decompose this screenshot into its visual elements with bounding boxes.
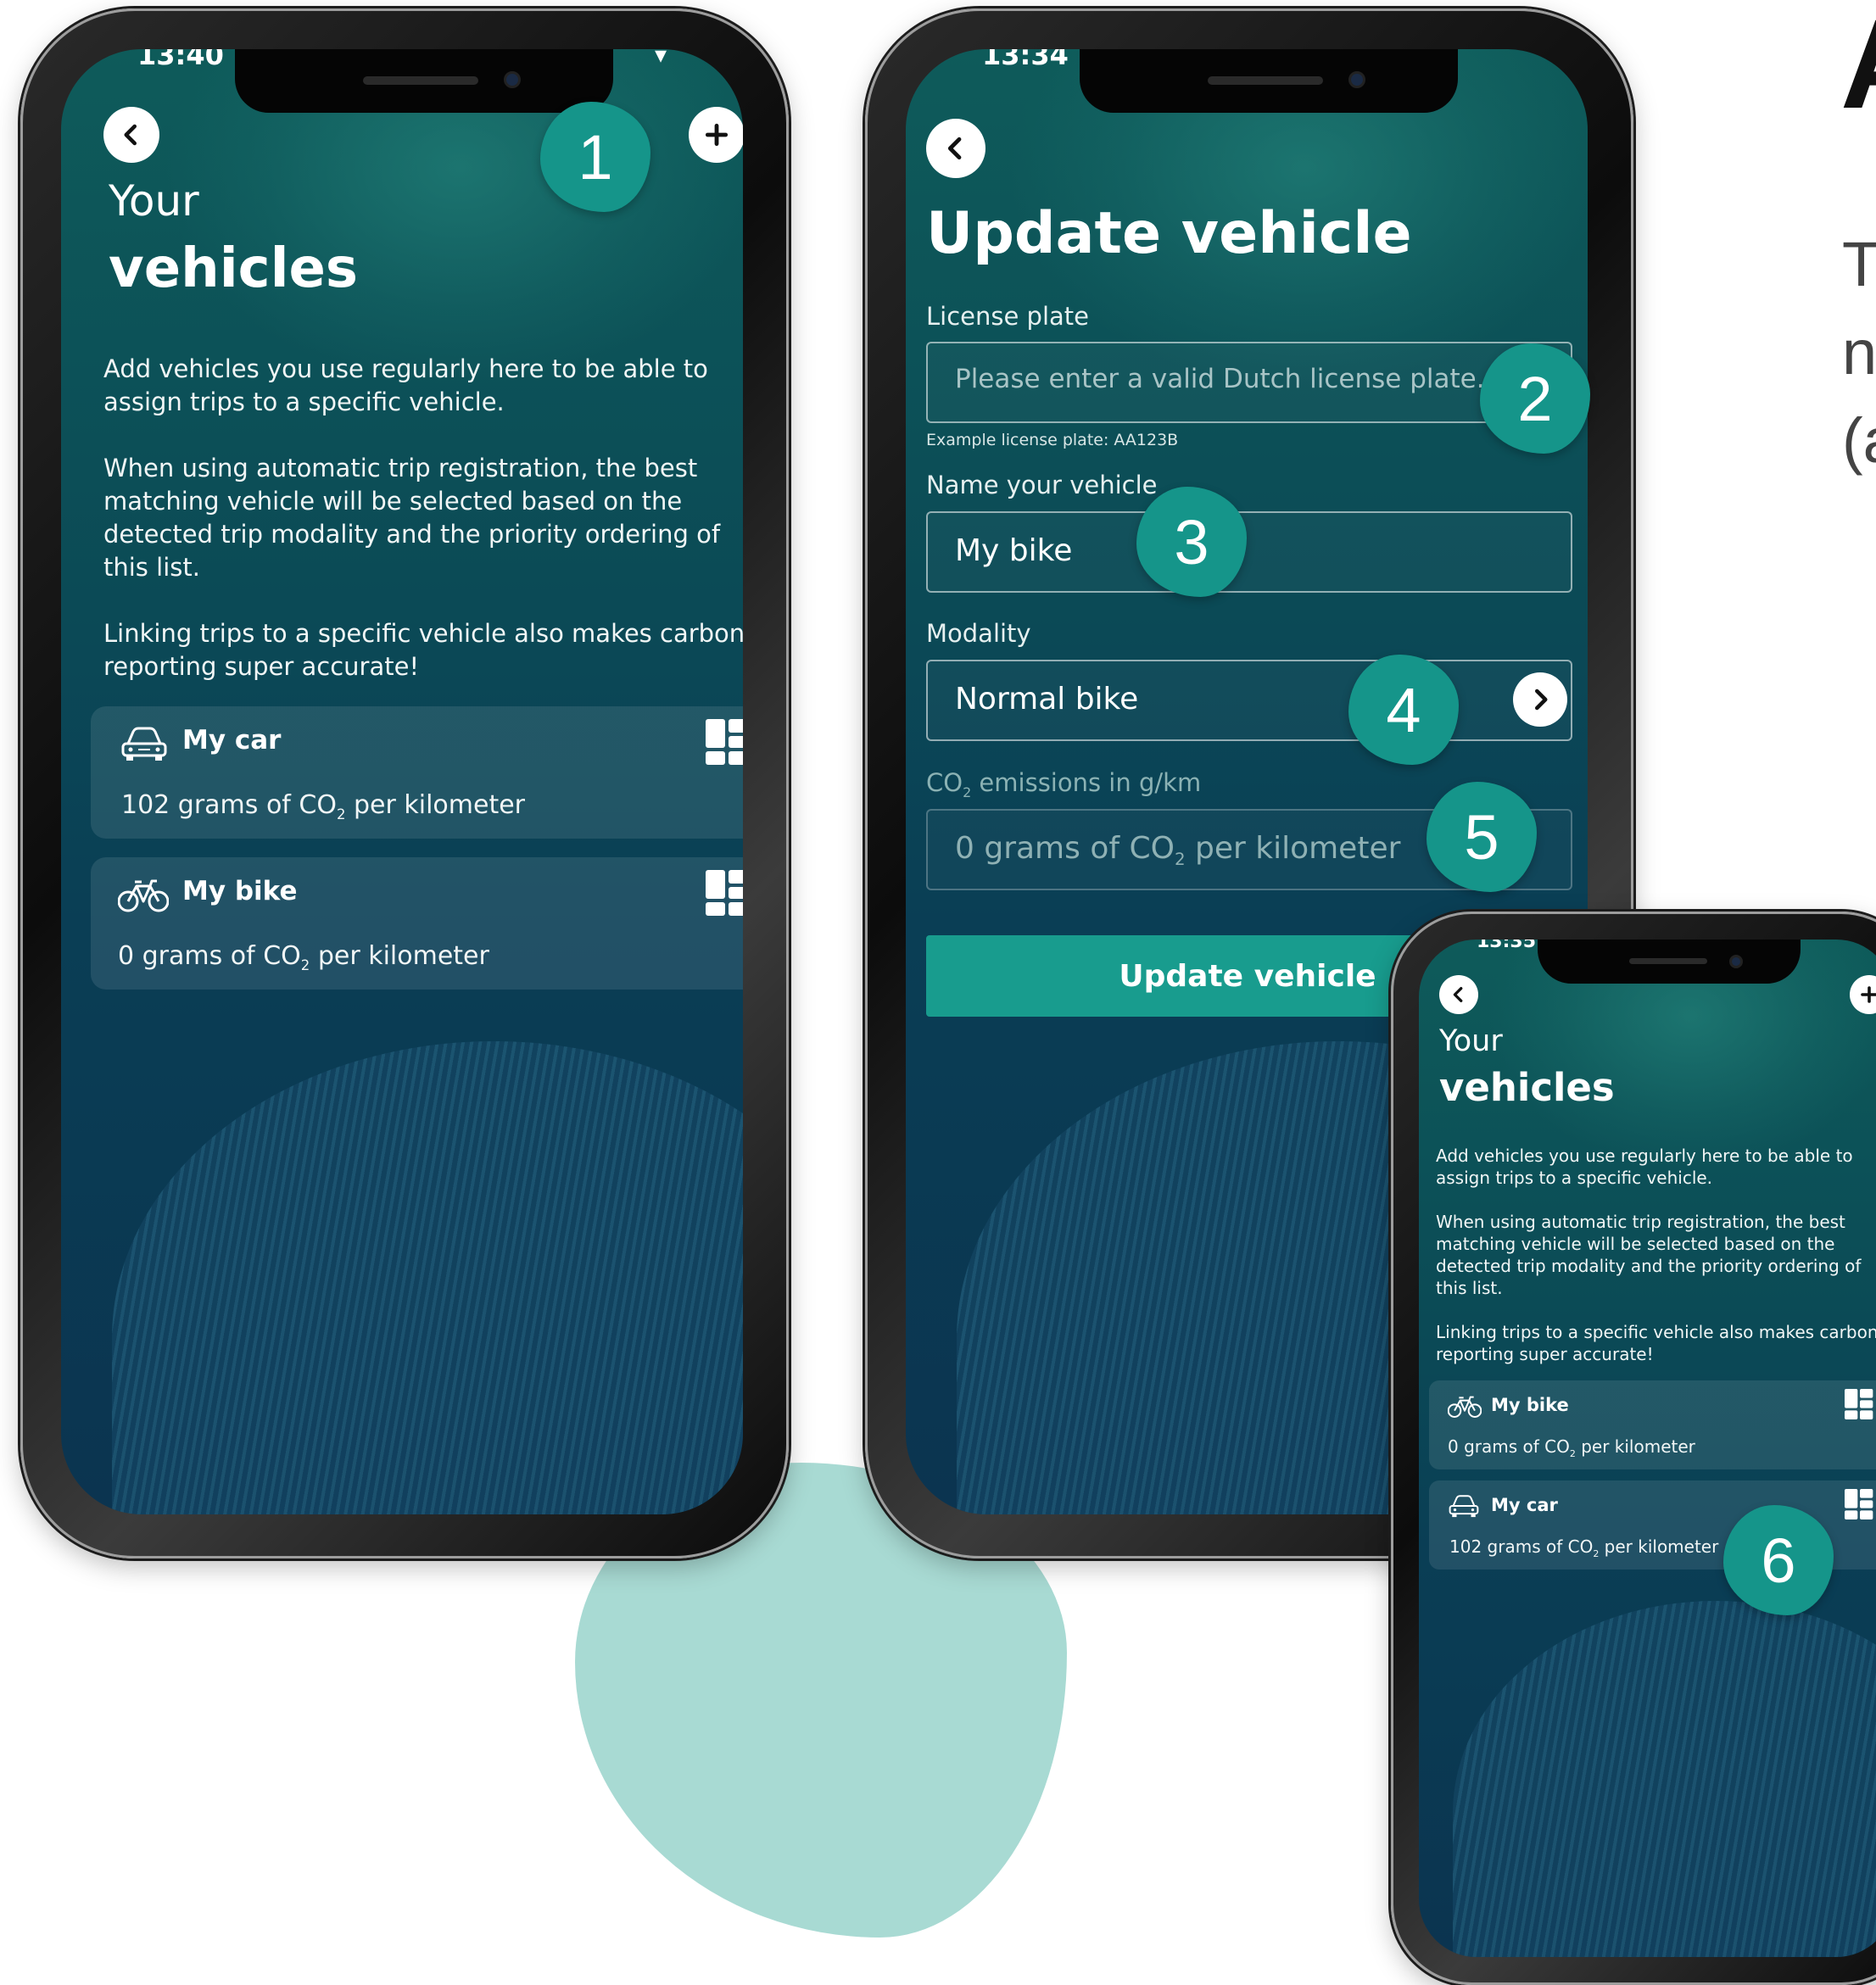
vehicle-co2: 102 grams of CO2 per kilometer [121, 790, 526, 822]
co2-value: 0 grams of CO2 per kilometer [955, 831, 1401, 870]
drag-handle-icon[interactable] [1845, 1489, 1875, 1519]
side-title-fragment: A [1840, 0, 1876, 127]
plus-icon [1861, 986, 1876, 1003]
page-title-light: Your [109, 176, 199, 226]
bike-icon [1448, 1396, 1482, 1418]
plus-icon [705, 123, 729, 147]
modality-value: Normal bike [955, 682, 1139, 716]
camera [1348, 71, 1365, 88]
chevron-left-icon [1453, 987, 1463, 1002]
carbon-paragraph: Linking trips to a specific vehicle also… [1436, 1322, 1876, 1364]
vehicle-name-input[interactable]: My bike [926, 511, 1572, 593]
phone-vehicles-list: 13:40 ▾ Your vehicles Add vehicles you u… [20, 8, 789, 1558]
intro-paragraph: Add vehicles you use regularly here to b… [1436, 1146, 1853, 1188]
modality-label: Modality [926, 619, 1031, 648]
license-plate-label: License plate [926, 302, 1089, 331]
camera [504, 71, 521, 88]
page-title-light: Your [1439, 1024, 1503, 1058]
page-title-bold: vehicles [109, 237, 358, 300]
back-button[interactable] [1439, 975, 1478, 1014]
side-body-fragment: T n (a [1842, 229, 1876, 476]
car-icon [1449, 1495, 1479, 1518]
back-button[interactable] [926, 119, 985, 178]
vehicle-name-value: My bike [955, 533, 1073, 568]
vehicle-card-car[interactable]: My car 102 grams of CO2 per kilometer [91, 706, 743, 839]
drag-handle-icon[interactable] [706, 870, 743, 916]
drag-handle-icon[interactable] [1845, 1389, 1875, 1419]
chevron-left-icon [124, 124, 137, 146]
vehicle-name-label: Name your vehicle [926, 471, 1158, 499]
add-vehicle-button[interactable] [689, 107, 743, 163]
intro-paragraph: Add vehicles you use regularly here to b… [103, 354, 708, 416]
camera [1729, 955, 1743, 968]
auto-registration-paragraph: When using automatic trip registration, … [1436, 1212, 1862, 1298]
page-title: Update vehicle [926, 200, 1412, 267]
carbon-paragraph: Linking trips to a specific vehicle also… [103, 619, 743, 681]
back-button[interactable] [103, 107, 159, 163]
screen: 13:40 ▾ Your vehicles Add vehicles you u… [61, 49, 743, 1514]
modality-open-button[interactable] [1513, 672, 1567, 727]
license-plate-placeholder: Please enter a valid Dutch license plate… [955, 364, 1502, 394]
chevron-left-icon [947, 137, 962, 160]
vehicle-name: My bike [1491, 1395, 1569, 1415]
vehicle-card-bike[interactable]: My bike 0 grams of CO2 per kilometer [1429, 1380, 1876, 1469]
bike-icon [118, 879, 169, 912]
car-icon [121, 727, 167, 761]
vehicle-co2: 102 grams of CO2 per kilometer [1449, 1536, 1719, 1559]
auto-registration-paragraph: When using automatic trip registration, … [103, 454, 721, 582]
status-time: 13:40 [137, 49, 224, 71]
modality-select[interactable]: Normal bike [926, 660, 1572, 741]
wifi-icon: ▾ [655, 49, 667, 69]
status-time: 13:35 [1477, 940, 1537, 952]
license-plate-input[interactable]: Please enter a valid Dutch license plate… [926, 342, 1572, 423]
page-title-bold: vehicles [1439, 1065, 1615, 1110]
speaker [1629, 958, 1707, 964]
vehicle-name: My car [1491, 1495, 1558, 1515]
vehicle-co2: 0 grams of CO2 per kilometer [118, 941, 489, 973]
vehicle-card-bike[interactable]: My bike 0 grams of CO2 per kilometer [91, 857, 743, 990]
phone-vehicles-list-reordered: 13:35 Your vehicles Add vehicles you use… [1391, 912, 1876, 1985]
speaker [1208, 76, 1323, 85]
license-plate-hint: Example license plate: AA123B [926, 431, 1179, 449]
co2-label: CO2 emissions in g/km [926, 768, 1202, 800]
status-time: 13:34 [982, 49, 1069, 71]
screen: 13:35 Your vehicles Add vehicles you use… [1419, 940, 1876, 1957]
wave-background [1453, 1601, 1876, 1957]
vehicle-name: My car [182, 725, 282, 756]
drag-handle-icon[interactable] [706, 719, 743, 765]
vehicle-name: My bike [182, 876, 298, 906]
speaker [363, 76, 478, 85]
vehicle-co2: 0 grams of CO2 per kilometer [1448, 1436, 1695, 1459]
wave-background [112, 1041, 743, 1514]
chevron-right-icon [1535, 689, 1548, 711]
